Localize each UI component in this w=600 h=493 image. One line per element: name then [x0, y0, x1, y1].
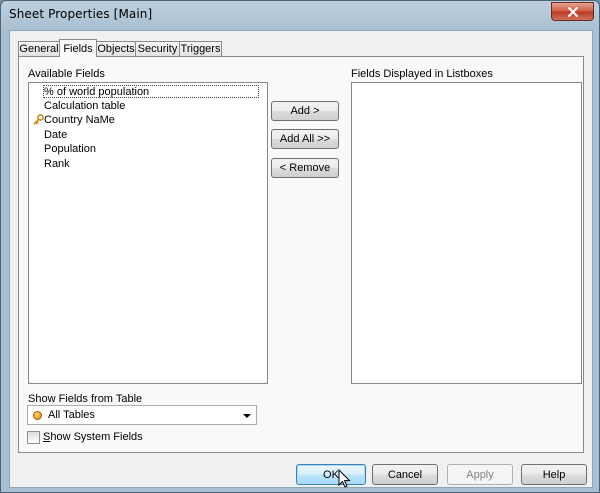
remove-button[interactable]: < Remove	[271, 158, 339, 178]
tab-general[interactable]: General	[18, 41, 60, 56]
list-item-label: Rank	[44, 158, 70, 170]
add-button[interactable]: Add >	[271, 101, 339, 121]
available-fields-list[interactable]: % of world population Calculation table …	[28, 82, 268, 384]
available-fields-label: Available Fields	[28, 68, 105, 80]
show-fields-label: Show Fields from Table	[28, 393, 143, 405]
list-item[interactable]: Population	[44, 142, 96, 156]
list-item-label: % of world population	[44, 86, 150, 98]
show-system-fields-text: how System Fields	[50, 431, 143, 443]
table-select-value: All Tables	[48, 409, 95, 421]
displayed-fields-list[interactable]	[351, 82, 582, 384]
ok-button[interactable]: OK	[296, 464, 366, 485]
window-title: Sheet Properties [Main]	[9, 7, 153, 21]
list-item[interactable]: Rank	[44, 157, 70, 171]
list-item-label: Country NaMe	[44, 114, 115, 126]
key-icon	[33, 114, 44, 125]
help-button[interactable]: Help	[521, 464, 587, 485]
dialog-client-area: General Fields Objects Security Triggers…	[9, 30, 593, 488]
tab-label: Fields	[63, 43, 93, 55]
cancel-button[interactable]: Cancel	[372, 464, 438, 485]
dialog-window: Sheet Properties [Main] General Fields O…	[0, 0, 600, 493]
fields-tab-panel: Available Fields % of world population C…	[18, 56, 584, 453]
list-item[interactable]: Date	[44, 128, 67, 142]
list-item-label: Population	[44, 143, 96, 155]
list-item-label: Calculation table	[44, 100, 126, 112]
tab-triggers[interactable]: Triggers	[179, 41, 222, 56]
tab-objects[interactable]: Objects	[96, 41, 136, 56]
list-item[interactable]: % of world population	[43, 85, 259, 98]
tab-label: Security	[137, 43, 178, 55]
list-item[interactable]: Country NaMe	[44, 113, 115, 127]
mouse-cursor-icon	[338, 469, 351, 488]
tab-label: General	[19, 43, 59, 55]
table-select[interactable]: All Tables	[27, 405, 257, 425]
tab-security[interactable]: Security	[135, 41, 180, 56]
show-system-fields-label[interactable]: Show System Fields	[43, 431, 143, 443]
chevron-down-icon	[243, 414, 251, 418]
close-button[interactable]	[551, 2, 594, 21]
close-icon	[568, 7, 578, 17]
title-bar[interactable]: Sheet Properties [Main]	[1, 1, 599, 29]
apply-button[interactable]: Apply	[447, 464, 513, 485]
table-icon	[33, 411, 42, 420]
show-system-fields-checkbox[interactable]	[27, 431, 40, 444]
list-item-label: Date	[44, 129, 68, 141]
tab-label: Triggers	[180, 43, 221, 55]
list-item[interactable]: Calculation table	[44, 99, 125, 113]
displayed-fields-label: Fields Displayed in Listboxes	[351, 68, 493, 80]
tab-fields[interactable]: Fields	[59, 39, 97, 57]
tab-label: Objects	[97, 43, 135, 55]
add-all-button[interactable]: Add All >>	[271, 129, 339, 149]
